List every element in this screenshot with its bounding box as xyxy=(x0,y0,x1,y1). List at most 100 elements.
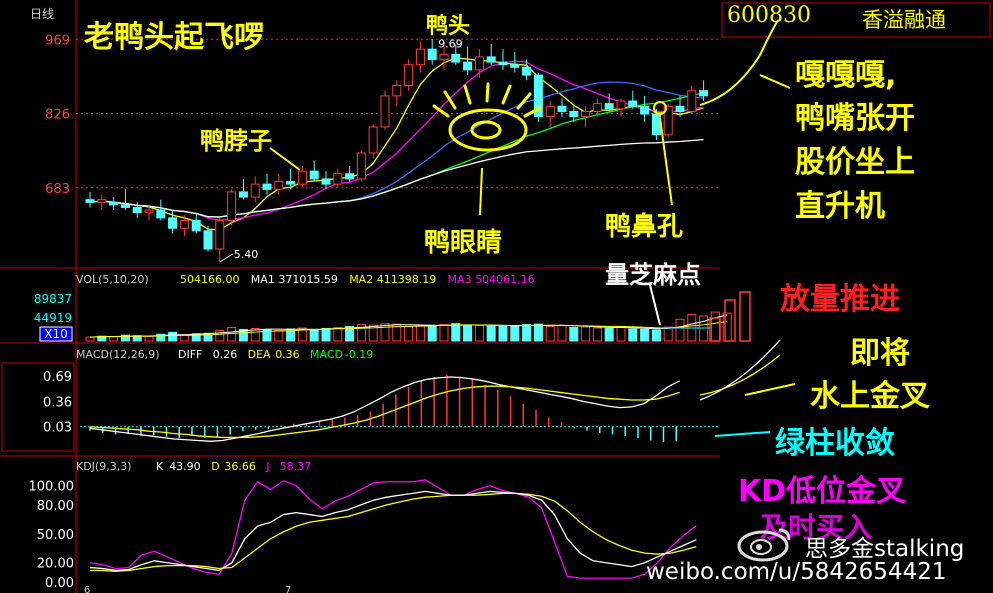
chart-stage: { "header": { "period_label": "日线", "cod… xyxy=(0,0,993,593)
candle-body xyxy=(439,53,449,61)
volume-bar xyxy=(640,328,650,342)
price-tick-label: 969 xyxy=(45,33,70,48)
candle-body xyxy=(628,100,638,107)
volume-bar xyxy=(486,325,496,342)
volume-bar xyxy=(522,324,532,342)
candle-body xyxy=(592,103,602,112)
price-tick-label: 683 xyxy=(45,182,70,197)
volume-header-value: MA1 xyxy=(251,273,275,286)
candle-body xyxy=(404,64,414,86)
candle-body xyxy=(463,61,473,71)
volume-header-value: MA3 xyxy=(448,273,472,286)
duck-neck-label: 鸭脖子 xyxy=(200,127,272,155)
volume-bar xyxy=(569,327,579,342)
x-tick-label: 7 xyxy=(285,585,291,593)
low-price-pointer xyxy=(219,253,234,263)
title-annotation: 老鸭头起飞啰 xyxy=(84,20,264,55)
volume-bar xyxy=(451,323,461,342)
candle-body xyxy=(97,199,107,203)
candle-body xyxy=(109,201,119,206)
kdj-header-value: K xyxy=(156,460,164,473)
volume-bar xyxy=(545,326,555,342)
volume-bar xyxy=(227,327,237,342)
kdj-header: KDJ(9,3,3) xyxy=(76,460,132,473)
sesame-pointer xyxy=(649,284,661,326)
quack-line-1: 嘎嘎嘎, xyxy=(795,58,897,93)
macd-header: MACD(12,26,9) xyxy=(76,348,160,361)
price-tick-label: 826 xyxy=(45,108,70,123)
candle-body xyxy=(321,178,331,185)
macd-header-value: DEA xyxy=(248,348,271,361)
candle-body xyxy=(699,90,709,97)
candle-body xyxy=(522,66,532,76)
candle-body xyxy=(368,126,378,154)
duck-eye-lash xyxy=(463,84,472,105)
macd-tick-label: 0.69 xyxy=(43,370,72,385)
low-price-label: 5.40 xyxy=(234,248,258,261)
duck-eye-label: 鸭眼睛 xyxy=(424,228,503,258)
macd-header-value: 0.26 xyxy=(213,348,238,361)
candle-body xyxy=(297,170,307,185)
candle-body xyxy=(581,110,591,118)
watermark-author: 思多金stalking xyxy=(805,536,965,562)
duck-eye-lash xyxy=(485,82,490,103)
kdj-j-line xyxy=(89,479,697,579)
candle-body xyxy=(415,48,425,66)
duck-eye-lash xyxy=(501,84,512,105)
green-converge-label: 绿柱收敛 xyxy=(775,426,895,461)
candle-body xyxy=(191,219,201,232)
candle-body xyxy=(392,84,402,97)
volume-bar xyxy=(533,323,543,342)
golden-cross-pointer xyxy=(744,383,796,396)
golden-cross-soon-1: 即将 xyxy=(850,336,910,371)
volume-header-value: 371015.59 xyxy=(278,273,338,286)
duck-eye-pupil xyxy=(470,120,502,140)
volume-bar xyxy=(321,327,331,342)
candle-body xyxy=(498,61,508,66)
projected-diff-line xyxy=(699,339,781,401)
macd-header-value: -0.19 xyxy=(345,348,373,361)
candle-body xyxy=(85,199,95,203)
candle-body xyxy=(286,181,296,185)
kdj-tick-label: 50.00 xyxy=(37,528,74,543)
candle-body xyxy=(616,100,626,110)
kdj-header-value: 43.90 xyxy=(169,460,201,473)
candle-body xyxy=(557,105,567,112)
flight-path xyxy=(699,19,779,106)
macd-header-value: DIFF xyxy=(178,348,202,361)
candle-body xyxy=(120,204,130,208)
candle-body xyxy=(309,170,319,180)
quack-line-2: 鸭嘴张开 xyxy=(795,101,915,136)
duck-head-label: 鸭头 xyxy=(426,14,471,39)
candle-body xyxy=(203,230,213,250)
volume-bar xyxy=(463,324,473,342)
volume-header-value: MA2 xyxy=(349,273,373,286)
volume-push-label: 放量推进 xyxy=(780,282,900,317)
volume-bar xyxy=(581,326,591,342)
duck-nostril-label: 鸭鼻孔 xyxy=(605,212,684,242)
volume-bar xyxy=(109,336,119,342)
candle-body xyxy=(274,181,284,190)
volume-bar xyxy=(604,327,614,342)
duck-neck-pointer xyxy=(269,147,301,171)
volume-header: VOL(5,10,20) xyxy=(76,273,149,286)
stock-name: 香溢融通 xyxy=(862,8,946,32)
candle-body xyxy=(604,103,614,110)
kdj-panel: KDJ(9,3,3) K 43.90 D 36.66 J 58.37 100.00 80.00 5… xyxy=(29,460,697,593)
volume-bar xyxy=(498,326,508,342)
duck-eye-pointer xyxy=(479,167,483,216)
volume-bar xyxy=(168,331,178,342)
candle-body xyxy=(510,64,520,68)
period-label: 日线 xyxy=(30,7,55,21)
x-tick-label: 6 xyxy=(84,585,90,593)
candle-body xyxy=(333,173,343,185)
kdj-header-value: J xyxy=(265,460,269,473)
volume-unit-label: X10 xyxy=(44,327,68,341)
candle-body xyxy=(227,191,237,221)
candle-body xyxy=(238,191,248,198)
candle-body xyxy=(474,56,484,71)
volume-tick-label: 89837 xyxy=(34,292,72,306)
candle-body xyxy=(215,219,225,250)
candle-body xyxy=(687,90,697,112)
volume-bar xyxy=(510,325,520,342)
